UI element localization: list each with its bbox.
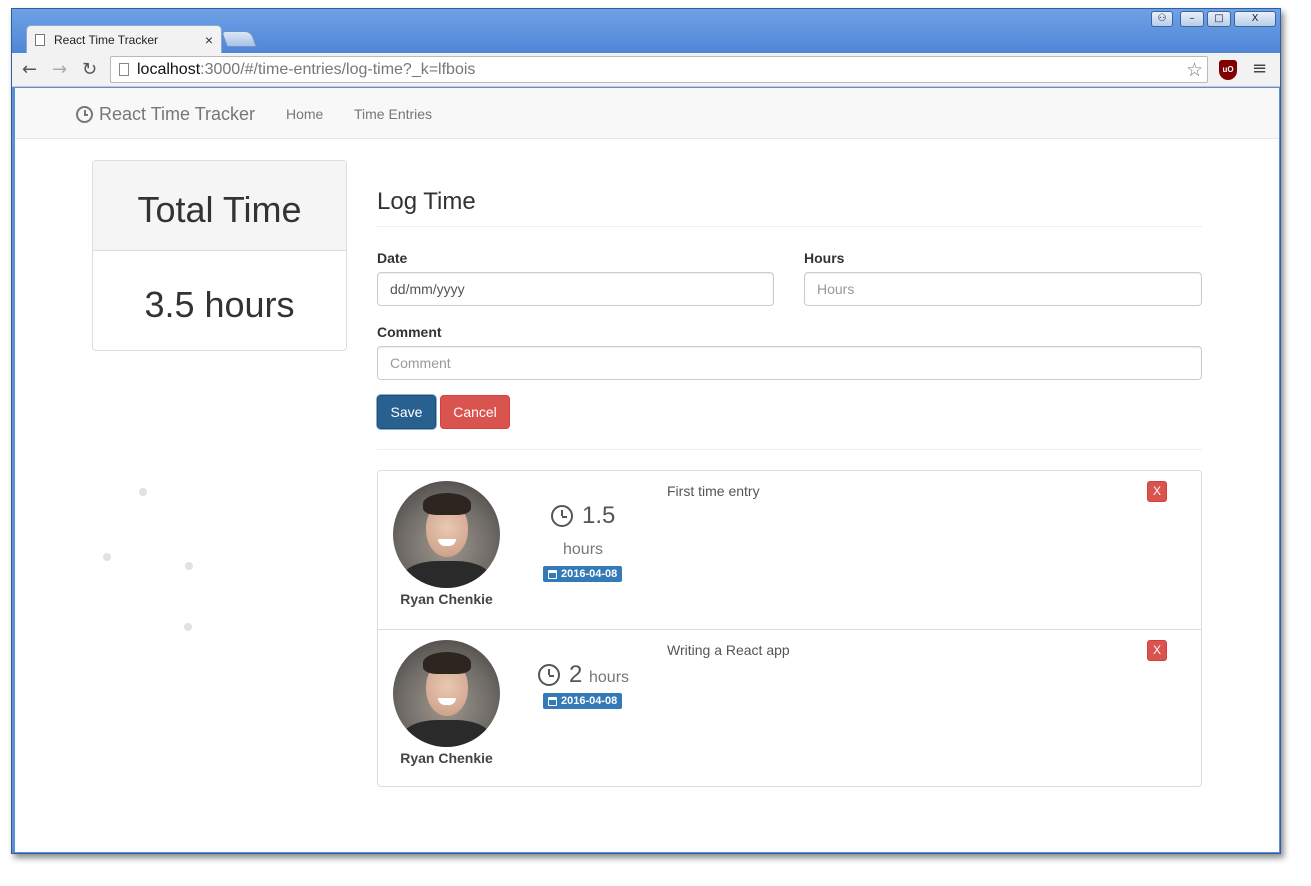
page-viewport: React Time Tracker Home Time Entries Tot… [15,88,1279,852]
clock-icon [76,106,93,123]
tab-close-icon[interactable]: × [205,32,213,48]
new-tab-button[interactable] [221,31,257,47]
forward-icon[interactable]: → [52,59,67,80]
page-icon [119,63,129,76]
url-path: :3000/#/time-entries/log-time?_k=lfbois [200,60,476,78]
nav-link-time-entries[interactable]: Time Entries [354,106,432,122]
hours-number: 2 [569,661,583,688]
avatar [393,481,500,588]
hours-unit: hours [563,541,604,558]
delete-entry-button[interactable]: X [1147,481,1167,502]
divider [377,226,1202,227]
title-bar: ⚇ – □ X React Time Tracker × [12,9,1280,53]
browser-toolbar: ← → ↻ localhost:3000/#/time-entries/log-… [12,53,1280,87]
decorative-dot [103,553,111,561]
reload-icon[interactable]: ↻ [82,59,97,80]
entry-date: 2016-04-08 [561,568,618,580]
user-name: Ryan Chenkie [400,750,493,766]
total-time-value: 3.5 hours [144,284,295,325]
calendar-icon [548,696,557,706]
decorative-dot [184,623,192,631]
close-window-button[interactable]: X [1234,11,1276,27]
tab-title: React Time Tracker [54,32,159,47]
window-controls: ⚇ – □ X [1151,11,1276,27]
total-time-heading: Total Time [93,161,346,251]
profile-icon[interactable]: ⚇ [1151,11,1173,27]
bookmark-star-icon[interactable]: ☆ [1186,59,1203,81]
clock-icon [551,505,573,527]
brand-label: React Time Tracker [99,104,256,124]
hours-value: 1.5 [551,502,615,530]
time-entries-list: Ryan Chenkie 1.5 hours 2016-04-08 First … [377,470,1202,787]
decorative-dot [185,562,193,570]
avatar [393,640,500,747]
document-icon [35,33,45,46]
brand-link[interactable]: React Time Tracker [76,104,255,125]
browser-menu-icon[interactable]: ≡ [1252,58,1267,79]
delete-entry-button[interactable]: X [1147,640,1167,661]
list-item: Ryan Chenkie 1.5 hours 2016-04-08 First … [378,471,1201,629]
entry-comment: Writing a React app [667,642,790,658]
date-label: Date [377,250,408,266]
back-icon[interactable]: ← [22,59,37,80]
cancel-button[interactable]: Cancel [440,395,510,429]
minimize-button[interactable]: – [1180,11,1204,27]
calendar-icon [548,569,557,579]
address-bar[interactable]: localhost:3000/#/time-entries/log-time?_… [110,56,1208,83]
log-time-title: Log Time [377,188,476,215]
date-field[interactable]: dd/mm/yyyy [377,272,774,306]
app-navbar: React Time Tracker Home Time Entries [15,88,1279,139]
hours-number: 1.5 [582,502,616,529]
list-item: Ryan Chenkie 2 hours 2016-04-08 Writing … [378,629,1201,787]
maximize-button[interactable]: □ [1207,11,1231,27]
comment-label: Comment [377,324,442,340]
date-badge: 2016-04-08 [543,693,623,709]
comment-field[interactable]: Comment [377,346,1202,380]
hours-label: Hours [804,250,845,266]
url-host: localhost [137,60,201,78]
entry-comment: First time entry [667,483,760,499]
nav-link-home[interactable]: Home [286,106,323,122]
hours-unit: hours [589,669,630,686]
ublock-extension-icon[interactable]: uO [1219,60,1237,80]
user-name: Ryan Chenkie [400,591,493,607]
entry-date: 2016-04-08 [561,695,618,707]
divider [377,449,1202,450]
clock-icon [538,664,560,686]
browser-window: ⚇ – □ X React Time Tracker × ← → ↻ local… [11,8,1281,854]
hours-field[interactable]: Hours [804,272,1202,306]
browser-tab[interactable]: React Time Tracker × [26,25,222,53]
save-button[interactable]: Save [377,395,436,429]
hours-value: 2 [538,661,582,689]
date-badge: 2016-04-08 [543,566,623,582]
decorative-dot [139,488,147,496]
total-time-panel: Total Time 3.5 hours [92,160,347,351]
